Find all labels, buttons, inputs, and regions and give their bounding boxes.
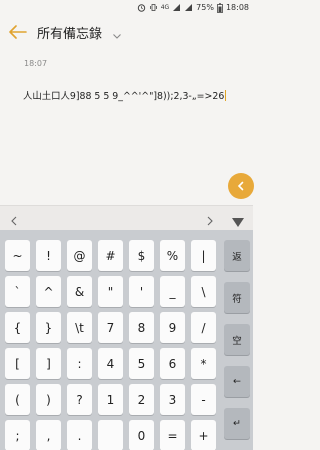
- key[interactable]: ;: [5, 420, 30, 450]
- key[interactable]: {: [5, 312, 30, 343]
- backspace-key[interactable]: ←: [224, 366, 250, 397]
- clock: 18:08: [225, 3, 249, 12]
- app-bar: 所有備忘錄: [0, 17, 253, 47]
- vibrate-icon: [149, 3, 158, 12]
- network-type: 4G: [160, 4, 170, 11]
- battery-icon: [217, 3, 223, 13]
- key[interactable]: /: [191, 312, 216, 343]
- key[interactable]: #: [98, 240, 123, 271]
- key[interactable]: +: [191, 420, 216, 450]
- collapse-button[interactable]: [228, 173, 254, 199]
- status-indicators: 4G 75% 18:08: [137, 3, 249, 13]
- key[interactable]: *: [191, 348, 216, 379]
- space-key[interactable]: [98, 420, 123, 450]
- note-timestamp: 18:07: [24, 59, 48, 68]
- key[interactable]: 0: [129, 420, 154, 450]
- key[interactable]: .: [67, 420, 92, 450]
- key[interactable]: (: [5, 384, 30, 415]
- chevron-right-icon: [207, 216, 213, 226]
- symbol-key[interactable]: 符: [224, 282, 250, 313]
- status-bar: 4G 75% 18:08: [0, 0, 253, 17]
- key[interactable]: |: [191, 240, 216, 271]
- back-arrow-icon: [9, 25, 27, 39]
- note-text: 人山土口人9]88 5 5 9_^^'^"]8));2,3-„=>26: [23, 91, 225, 102]
- key[interactable]: 4: [98, 348, 123, 379]
- symbol-keyboard: ~ ! @ # $ % | ` ^ & " ' _ \ { } \t 7 8 9…: [0, 230, 253, 450]
- key[interactable]: =: [160, 420, 185, 450]
- return-key[interactable]: 返: [224, 240, 250, 271]
- key[interactable]: _: [160, 276, 185, 307]
- key[interactable]: }: [36, 312, 61, 343]
- key[interactable]: ~: [5, 240, 30, 271]
- key[interactable]: `: [5, 276, 30, 307]
- key[interactable]: &: [67, 276, 92, 307]
- key[interactable]: \: [191, 276, 216, 307]
- key[interactable]: !: [36, 240, 61, 271]
- key[interactable]: $: [129, 240, 154, 271]
- key[interactable]: 7: [98, 312, 123, 343]
- note-content[interactable]: 人山土口人9]88 5 5 9_^^'^"]8));2,3-„=>26: [23, 88, 227, 102]
- key[interactable]: ,: [36, 420, 61, 450]
- key[interactable]: 5: [129, 348, 154, 379]
- key[interactable]: [: [5, 348, 30, 379]
- key[interactable]: 9: [160, 312, 185, 343]
- key[interactable]: 1: [98, 384, 123, 415]
- signal-icon: [172, 3, 181, 12]
- hide-keyboard-button[interactable]: [231, 213, 245, 227]
- candidate-bar: [0, 205, 253, 230]
- key[interactable]: ': [129, 276, 154, 307]
- candidate-prev-button[interactable]: [9, 212, 19, 226]
- note-editor[interactable]: 18:07 人山土口人9]88 5 5 9_^^'^"]8));2,3-„=>2…: [0, 47, 253, 205]
- key[interactable]: ]: [36, 348, 61, 379]
- key[interactable]: :: [67, 348, 92, 379]
- folder-title[interactable]: 所有備忘錄: [37, 23, 102, 42]
- chevron-left-icon: [237, 181, 244, 191]
- text-cursor: [225, 90, 227, 101]
- triangle-down-icon: [232, 218, 244, 227]
- space-bar-key[interactable]: 空: [224, 324, 250, 355]
- candidate-next-button[interactable]: [205, 212, 215, 226]
- key[interactable]: \t: [67, 312, 92, 343]
- enter-key[interactable]: ↵: [224, 408, 250, 439]
- key[interactable]: -: [191, 384, 216, 415]
- battery-percent: 75%: [196, 3, 214, 12]
- chevron-left-icon: [11, 216, 17, 226]
- key[interactable]: ?: [67, 384, 92, 415]
- key[interactable]: ^: [36, 276, 61, 307]
- key[interactable]: 3: [160, 384, 185, 415]
- key[interactable]: ): [36, 384, 61, 415]
- key[interactable]: %: [160, 240, 185, 271]
- key[interactable]: 2: [129, 384, 154, 415]
- signal-2-icon: [184, 3, 193, 12]
- key[interactable]: 6: [160, 348, 185, 379]
- key[interactable]: ": [98, 276, 123, 307]
- back-button[interactable]: [7, 21, 29, 43]
- chevron-down-icon[interactable]: [112, 26, 122, 39]
- key[interactable]: 8: [129, 312, 154, 343]
- alarm-icon: [137, 3, 146, 12]
- key[interactable]: @: [67, 240, 92, 271]
